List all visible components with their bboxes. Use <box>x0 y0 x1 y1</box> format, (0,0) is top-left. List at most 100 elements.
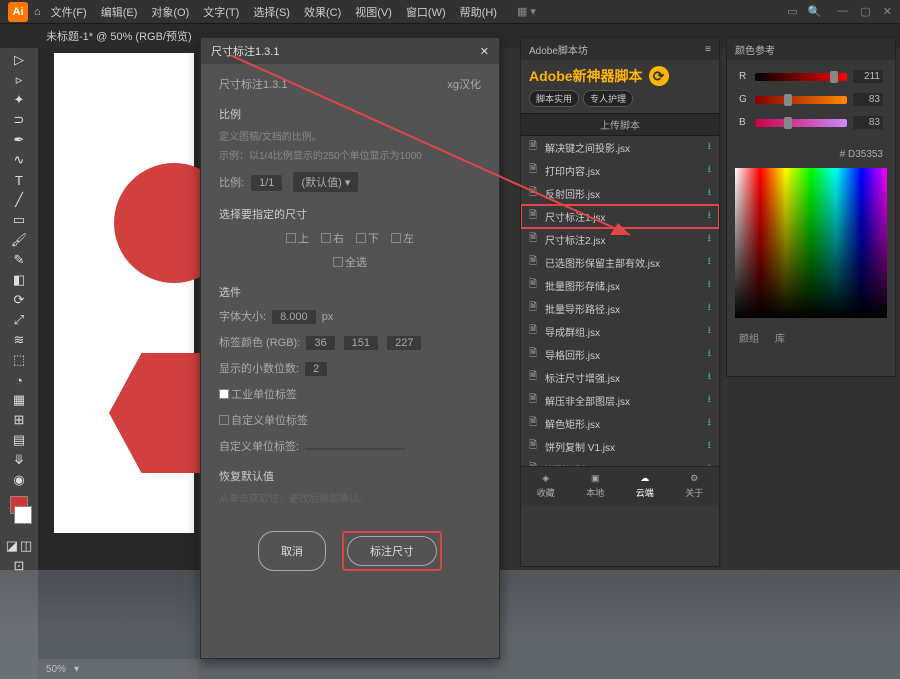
menu-edit[interactable]: 编辑(E) <box>101 4 138 20</box>
script-item[interactable]: 🗎反射回形.jsx⭳ <box>521 182 719 205</box>
download-icon[interactable]: ⭳ <box>708 392 712 409</box>
shape-builder-tool[interactable]: ◔ <box>11 372 27 388</box>
free-transform-tool[interactable]: ⬚ <box>11 352 27 368</box>
rgb-b-input[interactable]: 227 <box>387 336 421 350</box>
document-tab[interactable]: 未标题-1* @ 50% (RGB/预览) <box>46 28 192 44</box>
download-icon[interactable]: ⭳ <box>708 162 712 179</box>
pen-tool[interactable]: ✒ <box>11 132 27 148</box>
menu-effect[interactable]: 效果(C) <box>304 4 341 20</box>
script-item[interactable]: 🗎导成群组.jsx⭳ <box>521 320 719 343</box>
tag-1[interactable]: 脚本实用 <box>529 90 579 107</box>
download-icon[interactable]: ⭳ <box>708 254 712 271</box>
home-icon[interactable]: ⌂ <box>34 6 41 18</box>
color-spectrum[interactable] <box>735 168 887 318</box>
cancel-button[interactable]: 取消 <box>258 531 326 571</box>
script-item[interactable]: 🗎尺寸标注2.jsx⭳ <box>521 228 719 251</box>
ck-right[interactable]: 右 <box>321 230 344 246</box>
script-item[interactable]: 🗎已选图形保留主部有效.jsx⭳ <box>521 251 719 274</box>
download-icon[interactable]: ⭳ <box>708 185 712 202</box>
download-icon[interactable]: ⭳ <box>708 323 712 340</box>
custom-unit-input[interactable] <box>305 448 405 450</box>
rectangle-tool[interactable]: ▭ <box>11 212 27 228</box>
script-item[interactable]: 🗎饼列复制 V1.jsx⭳ <box>521 435 719 458</box>
panel-menu-icon[interactable]: ≡ <box>705 44 711 55</box>
scale-tool[interactable]: ⤢ <box>11 312 27 328</box>
dialog-close-icon[interactable]: ✕ <box>480 45 489 58</box>
rgb-g-input[interactable]: 151 <box>344 336 378 350</box>
menu-file[interactable]: 文件(F) <box>51 4 87 20</box>
decimal-input[interactable]: 2 <box>305 362 327 376</box>
footer-local[interactable]: ▣本地 <box>586 473 604 499</box>
ck-select-all[interactable]: 全选 <box>333 254 367 270</box>
g-slider[interactable] <box>755 96 847 104</box>
r-slider[interactable] <box>755 73 847 81</box>
ck-up[interactable]: 上 <box>286 230 309 246</box>
color-mode-icon[interactable]: ◪ <box>6 538 18 554</box>
close-icon[interactable]: ✕ <box>883 5 892 18</box>
scale-default-select[interactable]: (默认值) ▾ <box>293 172 358 192</box>
type-tool[interactable]: T <box>11 172 27 188</box>
menu-select[interactable]: 选择(S) <box>253 4 290 20</box>
workspace-icon[interactable]: ▦ ▾ <box>517 5 536 18</box>
brush-tool[interactable]: 🖌 <box>11 232 27 248</box>
script-item[interactable]: 🗎尺寸标注1.jsx⭳ <box>521 205 719 228</box>
background-swatch[interactable] <box>14 506 32 524</box>
line-tool[interactable]: ╱ <box>11 192 27 208</box>
selection-tool[interactable]: ▷ <box>11 52 27 68</box>
eraser-tool[interactable]: ◧ <box>11 272 27 288</box>
footer-about[interactable]: ⚙关于 <box>685 473 703 499</box>
b-slider[interactable] <box>755 119 847 127</box>
scripts-list[interactable]: 🗎解决键之间投影.jsx⭳🗎打印内容.jsx⭳🗎反射回形.jsx⭳🗎尺寸标注1.… <box>521 136 719 466</box>
ck-custom[interactable]: 自定义单位标签 <box>219 412 481 428</box>
tab-library[interactable]: 库 <box>775 330 785 345</box>
script-item[interactable]: 🗎饼列复制 V2.jsx⭳ <box>521 458 719 466</box>
menu-window[interactable]: 窗口(W) <box>406 4 446 20</box>
dialog-titlebar[interactable]: 尺寸标注1.3.1 ✕ <box>201 38 499 64</box>
curvature-tool[interactable]: ∿ <box>11 152 27 168</box>
footer-fav[interactable]: ◈收藏 <box>537 473 555 499</box>
download-icon[interactable]: ⭳ <box>708 438 712 455</box>
mesh-tool[interactable]: ⊞ <box>11 412 27 428</box>
color-panel-header[interactable]: 颜色参考 <box>727 38 895 60</box>
rotate-tool[interactable]: ⟳ <box>11 292 27 308</box>
gradient-tool[interactable]: ▤ <box>11 432 27 448</box>
script-item[interactable]: 🗎批量导形路径.jsx⭳ <box>521 297 719 320</box>
script-item[interactable]: 🗎解色矩形.jsx⭳ <box>521 412 719 435</box>
artboard[interactable] <box>54 53 194 533</box>
perspective-tool[interactable]: ▦ <box>11 392 27 408</box>
menu-object[interactable]: 对象(O) <box>151 4 189 20</box>
lasso-tool[interactable]: ⊃ <box>11 112 27 128</box>
width-tool[interactable]: ≋ <box>11 332 27 348</box>
ck-left[interactable]: 左 <box>391 230 414 246</box>
script-item[interactable]: 🗎导格回形.jsx⭳ <box>521 343 719 366</box>
tag-2[interactable]: 专人护理 <box>583 90 633 107</box>
rgb-r-input[interactable]: 36 <box>306 336 334 350</box>
script-item[interactable]: 🗎批量图形存储.jsx⭳ <box>521 274 719 297</box>
script-item[interactable]: 🗎解压非全部图层.jsx⭳ <box>521 389 719 412</box>
download-icon[interactable]: ⭳ <box>708 415 712 432</box>
menu-view[interactable]: 视图(V) <box>355 4 392 20</box>
b-value[interactable]: 83 <box>853 116 883 129</box>
script-item[interactable]: 🗎打印内容.jsx⭳ <box>521 159 719 182</box>
maximize-icon[interactable]: ▢ <box>860 5 870 18</box>
tab-swatch[interactable]: 颜组 <box>739 330 759 345</box>
download-icon[interactable]: ⭳ <box>708 231 712 248</box>
download-icon[interactable]: ⭳ <box>708 139 712 156</box>
font-size-input[interactable]: 8.000 <box>272 310 316 324</box>
scripts-panel-header[interactable]: Adobe脚本坊 ≡ <box>521 38 719 60</box>
scale-input[interactable]: 1/1 <box>251 175 282 191</box>
menu-help[interactable]: 帮助(H) <box>460 4 497 20</box>
script-item[interactable]: 🗎标注尺寸增强.jsx⭳ <box>521 366 719 389</box>
footer-cloud[interactable]: ☁云端 <box>636 473 654 499</box>
search-icon[interactable]: 🔍 <box>808 5 822 18</box>
download-icon[interactable]: ⭳ <box>708 346 712 363</box>
download-icon[interactable]: ⭳ <box>708 369 712 386</box>
ok-button[interactable]: 标注尺寸 <box>347 536 437 566</box>
eyedropper-tool[interactable]: ⤋ <box>11 452 27 468</box>
magic-wand-tool[interactable]: ✦ <box>11 92 27 108</box>
ck-down[interactable]: 下 <box>356 230 379 246</box>
menu-text[interactable]: 文字(T) <box>203 4 239 20</box>
g-value[interactable]: 83 <box>853 93 883 106</box>
draw-mode-icon[interactable]: ◫ <box>20 538 32 554</box>
script-item[interactable]: 🗎解决键之间投影.jsx⭳ <box>521 136 719 159</box>
